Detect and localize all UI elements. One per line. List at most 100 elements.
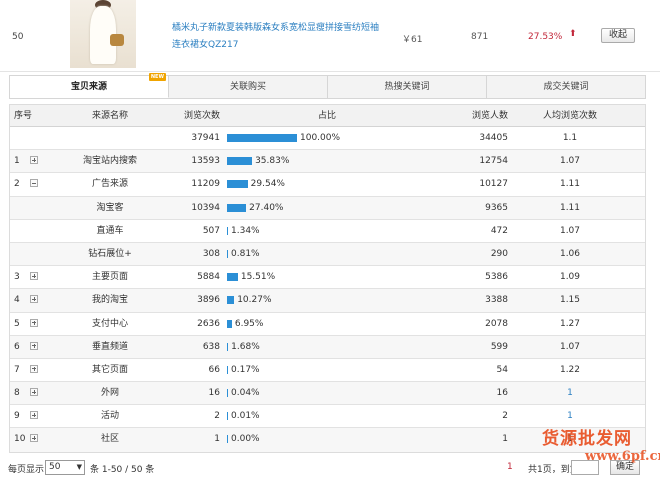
- expand-icon[interactable]: [30, 411, 38, 420]
- expand-icon[interactable]: [30, 388, 38, 397]
- row-avg: 1.1: [562, 133, 578, 143]
- product-rank: 50: [12, 32, 24, 42]
- table-row: 钻石展位+ 308 0.81% 290 1.06: [10, 242, 645, 267]
- row-views: 10394: [191, 202, 220, 213]
- thumb-bag: [110, 34, 124, 46]
- share-bar: [227, 389, 228, 398]
- collapse-button[interactable]: 收起: [601, 28, 635, 43]
- row-users: 472: [490, 225, 508, 236]
- tab-related-purchase[interactable]: 关联购买: [169, 76, 328, 98]
- table-row: 5 支付中心 2636 6.95% 2078 1.27: [10, 313, 645, 336]
- row-avg: 1.22: [559, 364, 581, 375]
- share-bar: [227, 296, 235, 305]
- row-share: 6.95%: [234, 318, 264, 329]
- row-source-name: 直通车: [96, 225, 124, 236]
- row-avg: 1: [567, 388, 573, 399]
- arrow-up-icon: ⬆: [569, 29, 577, 39]
- row-source-name: 活动: [100, 411, 119, 422]
- row-users: 290: [490, 248, 508, 259]
- header-users: 浏览人数: [471, 111, 508, 121]
- row-views: 16: [208, 388, 220, 399]
- table-row: 37941 100.00% 34405 1.1: [10, 127, 645, 151]
- row-avg: 1.11: [559, 179, 581, 190]
- product-title-link[interactable]: 橘米丸子新款夏装韩版森女系宽松显瘦拼接雪纺短袖连衣裙女QZ217: [172, 20, 382, 54]
- table-row: 直通车 507 1.34% 472 1.07: [10, 220, 645, 243]
- tab-item-source[interactable]: 宝贝来源 NEW: [10, 73, 169, 98]
- current-page[interactable]: 1: [507, 462, 513, 472]
- share-bar: [227, 342, 229, 351]
- row-share: 100.00%: [300, 133, 341, 143]
- tab-deal-keywords[interactable]: 成交关键词: [487, 76, 645, 98]
- share-bar: [227, 435, 228, 444]
- header-share: 占比: [317, 111, 336, 121]
- table-row: 8 外网 16 0.04% 16 1: [10, 382, 645, 406]
- table-row: 3 主要页面 5884 15.51% 5386 1.09: [10, 266, 645, 290]
- table-row: 淘宝客 10394 27.40% 9365 1.11: [10, 196, 645, 220]
- header-views: 浏览次数: [183, 111, 220, 121]
- row-avg: 1.07: [559, 341, 581, 352]
- expand-icon[interactable]: [30, 318, 38, 327]
- row-share: 0.00%: [231, 434, 260, 445]
- share-bar: [227, 134, 297, 142]
- row-users: 54: [496, 364, 508, 375]
- expand-icon[interactable]: [30, 272, 38, 281]
- product-price: ￥61: [402, 35, 423, 45]
- row-share: 0.04%: [231, 388, 260, 399]
- row-views: 2636: [197, 318, 220, 329]
- row-share: 0.81%: [231, 248, 260, 259]
- watermark-logo: 货源批发网: [542, 429, 632, 449]
- row-share: 29.54%: [250, 179, 285, 190]
- row-avg: 1.09: [559, 272, 581, 283]
- table-header: 序号 来源名称 浏览次数 占比 浏览人数 人均浏览次数: [10, 105, 645, 127]
- row-users: 9365: [485, 202, 508, 213]
- header-name: 来源名称: [91, 111, 128, 121]
- row-views: 66: [208, 364, 220, 375]
- expand-icon[interactable]: [30, 364, 38, 373]
- row-views: 507: [202, 225, 220, 236]
- row-users: 34405: [479, 133, 508, 143]
- row-views: 13593: [191, 156, 220, 167]
- expand-icon[interactable]: [30, 434, 38, 443]
- product-thumbnail[interactable]: [70, 0, 136, 68]
- row-views: 2: [214, 411, 220, 422]
- product-change: 27.53%: [528, 32, 563, 42]
- table-row: 7 其它页面 66 0.17% 54 1.22: [10, 359, 645, 383]
- share-bar: [227, 412, 228, 421]
- tab-bar: 宝贝来源 NEW 关联购买 热搜关键词 成交关键词: [9, 73, 646, 99]
- row-share: 1.34%: [231, 225, 260, 236]
- chevron-down-icon: ▼: [76, 463, 82, 471]
- row-users: 1: [502, 434, 508, 445]
- source-table: 序号 来源名称 浏览次数 占比 浏览人数 人均浏览次数 37941 100.00%…: [9, 104, 646, 453]
- per-page-value: 50: [49, 462, 61, 472]
- expand-icon[interactable]: [30, 341, 38, 350]
- row-avg: 1.15: [559, 295, 581, 306]
- row-users: 10127: [479, 179, 508, 190]
- header-idx: 序号: [14, 111, 33, 121]
- row-source-name: 主要页面: [91, 272, 128, 283]
- range-text: 条 1-50 / 50 条: [90, 465, 155, 475]
- row-share: 0.01%: [231, 411, 260, 422]
- collapse-icon[interactable]: [30, 179, 38, 188]
- row-source-name: 垂直频道: [91, 341, 128, 352]
- share-bar: [227, 157, 253, 166]
- share-bar: [227, 180, 248, 189]
- row-avg: 1.07: [559, 225, 581, 236]
- per-page-select[interactable]: 50 ▼: [45, 460, 85, 475]
- row-views: 11209: [191, 179, 220, 190]
- table-row: 4 我的淘宝 3896 10.27% 3388 1.15: [10, 289, 645, 313]
- expand-icon[interactable]: [30, 156, 38, 165]
- share-bar: [227, 226, 228, 235]
- row-source-name: 淘宝客: [96, 202, 124, 213]
- product-views: 871: [471, 32, 489, 42]
- row-source-name: 钻石展位+: [88, 248, 132, 259]
- row-share: 35.83%: [255, 156, 290, 167]
- row-share: 15.51%: [240, 272, 276, 283]
- tab-label: 宝贝来源: [70, 82, 107, 92]
- share-bar: [227, 365, 228, 374]
- header-avg: 人均浏览次数: [542, 111, 597, 121]
- expand-icon[interactable]: [30, 295, 38, 304]
- row-share: 0.17%: [231, 364, 260, 375]
- tab-hot-keywords[interactable]: 热搜关键词: [328, 76, 487, 98]
- table-row: 6 垂直频道 638 1.68% 599 1.07: [10, 335, 645, 359]
- row-users: 3388: [485, 295, 508, 306]
